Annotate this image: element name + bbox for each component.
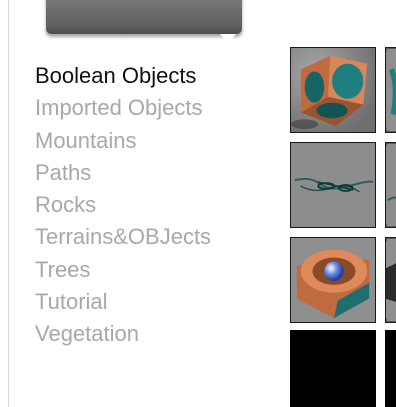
- category-list: Boolean Objects Imported Objects Mountai…: [35, 60, 211, 351]
- path-partial-icon: [386, 146, 396, 224]
- object-browser-panel: Boolean Objects Imported Objects Mountai…: [0, 0, 396, 407]
- sphere-cutout-icon: [291, 238, 375, 322]
- category-item-tutorial[interactable]: Tutorial: [35, 286, 211, 318]
- thumbnail-partial[interactable]: [385, 142, 396, 228]
- thumbnail-boolean-object[interactable]: [290, 47, 376, 133]
- category-item-trees[interactable]: Trees: [35, 254, 211, 286]
- category-dropdown[interactable]: [46, 0, 242, 43]
- category-item-boolean-objects[interactable]: Boolean Objects: [35, 60, 211, 92]
- thumbnail-path-object[interactable]: [290, 142, 376, 228]
- path-curve-icon: [291, 143, 375, 227]
- category-item-imported-objects[interactable]: Imported Objects: [35, 92, 211, 124]
- category-item-mountains[interactable]: Mountains: [35, 125, 211, 157]
- thumbnail-sphere-object[interactable]: [290, 237, 376, 323]
- thumbnail-partial[interactable]: [385, 47, 396, 133]
- category-item-vegetation[interactable]: Vegetation: [35, 318, 211, 350]
- category-item-rocks[interactable]: Rocks: [35, 189, 211, 221]
- category-item-paths[interactable]: Paths: [35, 157, 211, 189]
- thumbnail-partial[interactable]: [385, 330, 396, 407]
- object-partial-icon: [386, 241, 396, 319]
- category-item-terrains-objects[interactable]: Terrains&OBJects: [35, 221, 211, 253]
- thumbnail-partial[interactable]: [385, 237, 396, 323]
- dropdown-arrow-icon[interactable]: [220, 34, 236, 43]
- teal-object-icon: [386, 51, 396, 129]
- thumbnail-empty[interactable]: [290, 330, 376, 407]
- boolean-cube-sphere-icon: [291, 48, 375, 132]
- panel-divider: [8, 0, 9, 407]
